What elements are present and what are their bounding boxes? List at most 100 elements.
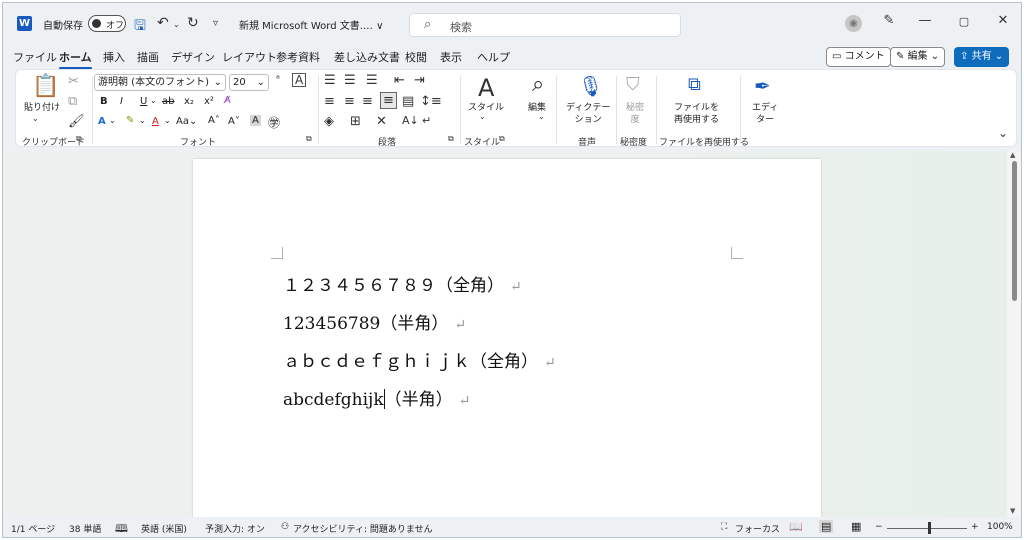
reuse-files-icon[interactable]: ⧉ bbox=[688, 74, 701, 95]
autosave-toggle[interactable]: オフ bbox=[88, 15, 126, 32]
text-line[interactable]: abcdefghijk（半角） ↵ bbox=[283, 385, 470, 410]
zoom-level[interactable]: 100% bbox=[987, 522, 1013, 532]
chevron-down-icon[interactable]: ⌄ bbox=[538, 112, 545, 121]
paste-icon[interactable]: 📋 bbox=[32, 74, 59, 99]
shrink-font-button[interactable]: A˅ bbox=[228, 116, 240, 127]
account-avatar[interactable]: ◉ bbox=[845, 15, 862, 32]
styles-launcher-icon[interactable]: ⧉ bbox=[499, 134, 505, 144]
text-line[interactable]: １２３４５６７８９（全角） ↵ bbox=[283, 271, 522, 296]
grow-font-button[interactable]: A˄ bbox=[208, 115, 220, 126]
multilevel-list-icon[interactable]: ☰ bbox=[366, 73, 378, 88]
minimize-icon[interactable]: — bbox=[915, 13, 935, 28]
sort-icon[interactable]: A↓ bbox=[402, 114, 419, 127]
cut-icon[interactable]: ✂ bbox=[68, 74, 79, 89]
accessibility-icon[interactable]: ⚇ bbox=[281, 522, 289, 532]
redo-icon[interactable]: ↻ bbox=[187, 15, 199, 31]
text-line[interactable]: 123456789（半角） ↵ bbox=[283, 309, 466, 334]
align-right-icon[interactable]: ≡ bbox=[362, 94, 373, 109]
subscript-button[interactable]: x₂ bbox=[184, 96, 194, 107]
close-icon[interactable]: ✕ bbox=[993, 13, 1013, 28]
strikethrough-button[interactable]: ab bbox=[162, 96, 174, 107]
align-left-icon[interactable]: ≡ bbox=[324, 94, 335, 109]
zoom-slider-track[interactable] bbox=[887, 528, 967, 529]
search-box[interactable]: ⌕ 検索 bbox=[409, 13, 681, 37]
pen-icon[interactable]: ✎ bbox=[879, 13, 899, 28]
underline-button[interactable]: U bbox=[140, 96, 147, 107]
page-count[interactable]: 1/1 ページ bbox=[11, 522, 55, 535]
highlight-icon[interactable]: ✎ bbox=[126, 115, 134, 126]
borders-icon[interactable]: ⊞ bbox=[350, 114, 361, 129]
chevron-down-icon[interactable]: ⌄ bbox=[479, 112, 486, 121]
tab-home[interactable]: ホーム bbox=[59, 49, 92, 70]
justify-icon[interactable]: ≡ bbox=[380, 92, 397, 109]
focus-icon[interactable]: ⛶ bbox=[721, 522, 727, 532]
styles-label[interactable]: スタイル bbox=[468, 102, 504, 114]
show-marks-icon[interactable]: ↵ bbox=[422, 114, 431, 127]
asian-layout-icon[interactable]: ✕ bbox=[376, 114, 387, 129]
character-shading-icon[interactable]: A bbox=[250, 115, 261, 126]
paste-dropdown-icon[interactable]: ⌄ bbox=[32, 114, 39, 123]
paste-label[interactable]: 貼り付け bbox=[24, 102, 60, 114]
customize-toolbar-icon[interactable]: ▿ bbox=[213, 18, 218, 29]
styles-icon[interactable]: A bbox=[478, 74, 494, 102]
tab-design[interactable]: デザイン bbox=[171, 49, 215, 65]
shading-icon[interactable]: ◈ bbox=[324, 114, 334, 129]
tab-review[interactable]: 校閲 bbox=[405, 49, 427, 65]
tab-view[interactable]: 表示 bbox=[440, 49, 462, 65]
scroll-up-icon[interactable]: ▲ bbox=[1010, 151, 1015, 159]
save-icon[interactable]: 🖫 bbox=[134, 15, 146, 39]
zoom-slider-thumb[interactable] bbox=[928, 522, 931, 534]
chevron-down-icon[interactable]: ⌄ bbox=[139, 116, 146, 125]
ime-prediction[interactable]: 予測入力: オン bbox=[205, 522, 265, 535]
document-page[interactable]: １２３４５６７８９（全角） ↵ 123456789（半角） ↵ ａｂｃｄｅｆｇｈｉｊ… bbox=[193, 159, 821, 529]
zoom-out-button[interactable]: − bbox=[875, 522, 883, 532]
focus-label[interactable]: フォーカス bbox=[735, 522, 780, 535]
tab-layout[interactable]: レイアウト bbox=[222, 49, 277, 65]
bullets-icon[interactable]: ☰ bbox=[324, 73, 336, 88]
tab-draw[interactable]: 描画 bbox=[137, 49, 159, 65]
bold-button[interactable]: B bbox=[100, 96, 108, 107]
change-case-button[interactable]: Aa⌄ bbox=[176, 116, 197, 127]
numbering-icon[interactable]: ☰ bbox=[344, 73, 356, 88]
comment-button[interactable]: ▭ コメント bbox=[826, 47, 891, 67]
print-layout-icon[interactable]: ▤ bbox=[819, 520, 834, 533]
reuse-files-label[interactable]: ファイルを 再使用する bbox=[674, 102, 719, 126]
microphone-icon[interactable]: 🎙 bbox=[578, 74, 603, 98]
tab-insert[interactable]: 挿入 bbox=[103, 49, 125, 65]
accessibility-status[interactable]: アクセシビリティ: 問題ありません bbox=[293, 522, 433, 535]
clipboard-launcher-icon[interactable]: ⧉ bbox=[76, 134, 82, 144]
decrease-indent-icon[interactable]: ⇤ bbox=[394, 73, 405, 88]
editor-icon[interactable]: ✒ bbox=[754, 74, 771, 98]
web-layout-icon[interactable]: ▦ bbox=[851, 520, 861, 533]
italic-button[interactable]: I bbox=[120, 96, 123, 107]
undo-dropdown-icon[interactable]: ⌄ bbox=[173, 20, 180, 29]
paragraph-launcher-icon[interactable]: ⧉ bbox=[448, 134, 454, 144]
font-launcher-icon[interactable]: ⧉ bbox=[306, 134, 312, 144]
align-center-icon[interactable]: ≡ bbox=[344, 94, 355, 109]
editing-mode-button[interactable]: ✎ 編集 ⌄ bbox=[890, 47, 946, 67]
enclosed-char-icon[interactable]: ㊫ bbox=[268, 114, 280, 131]
collapse-ribbon-icon[interactable]: ⌄ bbox=[998, 126, 1008, 140]
chevron-down-icon[interactable]: ⌄ bbox=[164, 116, 171, 125]
copy-icon[interactable]: ⧉ bbox=[68, 94, 77, 109]
phonetic-guide-icon[interactable]: ᵃ bbox=[276, 74, 280, 85]
tab-file[interactable]: ファイル bbox=[13, 49, 57, 65]
clear-formatting-icon[interactable]: A̸ bbox=[224, 95, 231, 106]
line-spacing-icon[interactable]: ↕≡ bbox=[420, 94, 442, 109]
distributed-icon[interactable]: ▤ bbox=[402, 94, 414, 109]
editor-label[interactable]: エディ ター bbox=[752, 102, 778, 126]
scrollbar-thumb[interactable] bbox=[1012, 161, 1017, 301]
tab-help[interactable]: ヘルプ bbox=[477, 49, 510, 65]
find-icon[interactable]: ⌕ bbox=[532, 72, 544, 97]
document-title[interactable]: 新規 Microsoft Word 文書.… ∨ bbox=[239, 17, 383, 32]
enclose-character-icon[interactable]: A bbox=[292, 73, 307, 87]
language[interactable]: 英語 (米国) bbox=[141, 522, 187, 535]
scroll-down-icon[interactable]: ▼ bbox=[1010, 507, 1015, 515]
font-size-select[interactable]: 20 ⌄ bbox=[229, 74, 269, 91]
font-name-select[interactable]: 游明朝 (本文のフォント) ⌄ bbox=[94, 74, 226, 91]
dictate-label[interactable]: ディクテー ション bbox=[566, 102, 610, 126]
chevron-down-icon[interactable]: ⌄ bbox=[109, 116, 116, 125]
restore-icon[interactable]: ▢ bbox=[954, 15, 974, 28]
undo-icon[interactable]: ↶ bbox=[157, 15, 169, 31]
read-mode-icon[interactable]: 📖 bbox=[789, 520, 803, 533]
